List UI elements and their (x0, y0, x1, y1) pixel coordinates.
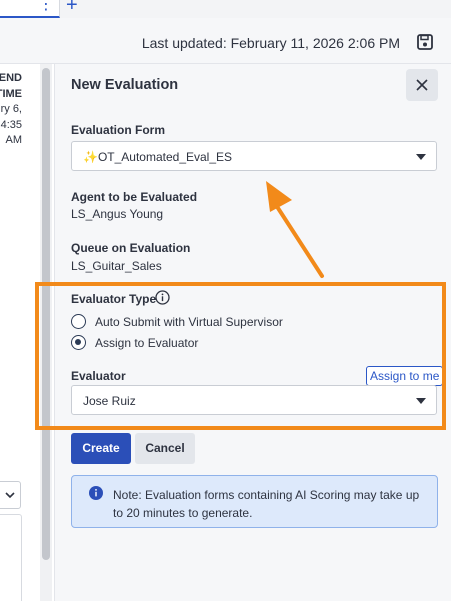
add-tab-icon[interactable]: + (66, 0, 78, 16)
left-line: TIME (0, 87, 22, 100)
chevron-down-icon (416, 154, 426, 160)
queue-value: LS_Guitar_Sales (71, 259, 162, 273)
last-updated-text: Last updated: February 11, 2026 2:06 PM (141, 35, 400, 51)
chevron-down-icon (5, 492, 15, 499)
cancel-button[interactable]: Cancel (135, 433, 195, 464)
tab-strip: ⋮ + (0, 0, 451, 18)
annotation-highlight-box (35, 282, 446, 430)
active-tab[interactable]: ⋮ (0, 0, 60, 18)
left-dropdown[interactable] (0, 481, 21, 509)
left-list-box (0, 514, 22, 601)
tab-more-icon[interactable]: ⋮ (38, 0, 54, 14)
left-content-panel: END TIME ry 6, 4:35 AM (0, 64, 38, 601)
queue-label: Queue on Evaluation (71, 241, 191, 255)
agent-value: LS_Angus Young (71, 207, 164, 221)
info-note: Note: Evaluation forms containing AI Sco… (71, 475, 438, 528)
left-column-text: END TIME ry 6, 4:35 AM (0, 71, 22, 149)
evaluation-form-label: Evaluation Form (71, 123, 166, 137)
left-line: END (0, 72, 22, 84)
evaluation-form-value: ✨OT_Automated_Eval_ES (83, 150, 233, 164)
evaluation-form-select[interactable]: ✨OT_Automated_Eval_ES (71, 141, 437, 171)
save-icon[interactable] (416, 33, 434, 51)
info-icon (89, 486, 103, 500)
close-icon (416, 79, 428, 91)
close-button[interactable] (406, 69, 438, 101)
left-line: AM (5, 134, 23, 146)
create-button[interactable]: Create (71, 433, 131, 464)
left-line: 4:35 (0, 118, 22, 131)
agent-label: Agent to be Evaluated (71, 190, 198, 204)
note-text: Note: Evaluation forms containing AI Sco… (113, 488, 420, 520)
left-line: ry 6, (0, 103, 22, 115)
header-bar: Last updated: February 11, 2026 2:06 PM (0, 18, 451, 64)
panel-title: New Evaluation (71, 77, 179, 93)
